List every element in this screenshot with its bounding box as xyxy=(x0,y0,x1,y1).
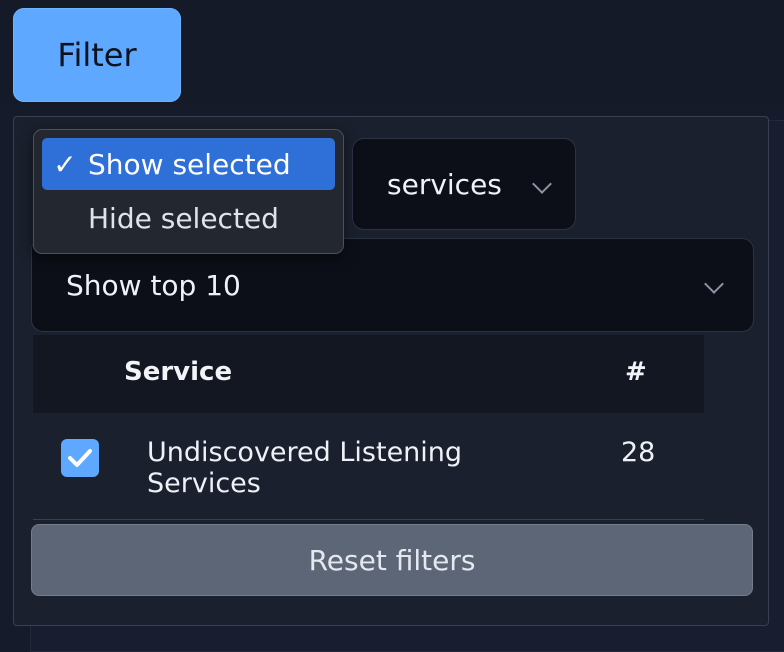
table-row: Undiscovered Listening Services 28 xyxy=(33,413,704,520)
chevron-down-icon xyxy=(704,274,724,294)
menu-item-show-selected[interactable]: ✓ Show selected xyxy=(42,138,335,190)
services-dropdown-value: services xyxy=(387,167,502,201)
row-count: 28 xyxy=(621,437,656,468)
chevron-down-icon xyxy=(532,174,552,194)
table-header: Service # xyxy=(33,335,704,413)
top-n-dropdown-value: Show top 10 xyxy=(66,268,241,302)
checkmark-icon xyxy=(68,449,92,467)
menu-item-hide-selected[interactable]: Hide selected xyxy=(42,192,335,244)
menu-item-label: Show selected xyxy=(88,147,291,181)
row-service-name: Undiscovered Listening Services xyxy=(147,437,463,499)
checkmark-icon: ✓ xyxy=(53,147,77,181)
column-header-count[interactable]: # xyxy=(625,357,647,387)
filter-button[interactable]: Filter xyxy=(13,8,181,102)
reset-filters-button[interactable]: Reset filters xyxy=(31,524,753,596)
services-dropdown[interactable]: services xyxy=(352,138,576,230)
row-checkbox[interactable] xyxy=(61,439,99,477)
selection-menu: ✓ Show selected Hide selected xyxy=(33,129,344,254)
menu-item-label: Hide selected xyxy=(88,201,279,235)
column-header-service[interactable]: Service xyxy=(124,357,232,387)
